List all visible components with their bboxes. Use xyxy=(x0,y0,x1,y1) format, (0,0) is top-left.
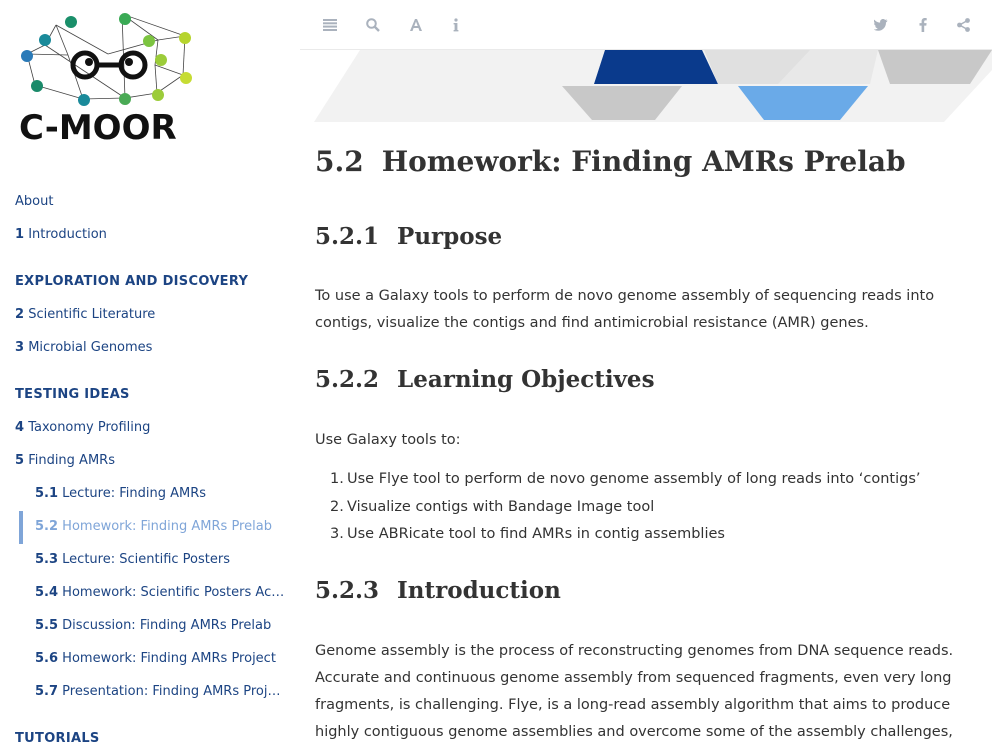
list-text: Use Flye tool to perform de novo genome … xyxy=(347,471,921,487)
section-number: 5.2.3 xyxy=(315,577,380,604)
sidebar-item-5-4[interactable]: 5.4 Homework: Scientific Posters Acti… xyxy=(35,585,285,600)
heading-introduction: 5.2.3 Introduction xyxy=(315,577,561,604)
font-icon[interactable] xyxy=(406,15,426,35)
section-title: Introduction xyxy=(397,577,561,604)
top-toolbar xyxy=(300,0,992,50)
sidebar-item-5-3[interactable]: 5.3 Lecture: Scientific Posters xyxy=(35,552,285,567)
purpose-paragraph: To use a Galaxy tools to perform de novo… xyxy=(315,288,935,331)
active-indicator xyxy=(19,511,23,544)
objectives-list: 1. Use Flye tool to perform de novo genom… xyxy=(315,466,970,549)
c-moor-logo[interactable]: C-MOOR xyxy=(15,10,210,155)
chapter-number: 5.4 xyxy=(35,585,59,600)
chapter-number: 5.2 xyxy=(35,519,59,534)
sidebar-item-label: Finding AMRs xyxy=(28,453,115,468)
sidebar-section-tutorials: TUTORIALS xyxy=(15,731,100,744)
chapter-number: 5 xyxy=(15,453,25,468)
list-item: 1. Use Flye tool to perform de novo genom… xyxy=(315,466,970,494)
network-logo-icon xyxy=(21,13,192,106)
search-icon[interactable] xyxy=(363,15,383,35)
share-icon[interactable] xyxy=(953,15,973,35)
chapter-banner-graphic xyxy=(300,50,992,125)
list-item: 2. Visualize contigs with Bandage Image t… xyxy=(315,494,970,522)
sidebar-item-label: Microbial Genomes xyxy=(28,340,153,355)
objectives-intro: Use Galaxy tools to: xyxy=(315,432,461,448)
section-number: 5.2.2 xyxy=(315,366,380,393)
chapter-number: 5.6 xyxy=(35,651,59,666)
sidebar-item-label: Homework: Finding AMRs Prelab xyxy=(62,519,272,534)
facebook-icon[interactable] xyxy=(913,15,933,35)
list-text: Visualize contigs with Bandage Image too… xyxy=(347,498,655,515)
section-title: Homework: Finding AMRs Prelab xyxy=(381,145,906,178)
sidebar-item-5-7[interactable]: 5.7 Presentation: Finding AMRs Project xyxy=(35,684,285,699)
chapter-number: 2 xyxy=(15,307,25,322)
list-number: 2. xyxy=(330,498,344,515)
list-number: 1. xyxy=(330,471,344,487)
sidebar-item-label: Lecture: Finding AMRs xyxy=(62,486,207,501)
sidebar-item-label: Presentation: Finding AMRs Project xyxy=(62,684,285,699)
sidebar-item-5-6[interactable]: 5.6 Homework: Finding AMRs Project xyxy=(35,651,285,666)
chapter-number: 3 xyxy=(15,340,25,355)
sidebar-item-introduction[interactable]: 1 Introduction xyxy=(15,227,107,242)
page-title: 5.2 Homework: Finding AMRs Prelab xyxy=(315,145,906,178)
sidebar-item-5-5[interactable]: 5.5 Discussion: Finding AMRs Prelab xyxy=(35,618,285,633)
menu-icon[interactable] xyxy=(320,15,340,35)
section-title: Purpose xyxy=(397,223,503,250)
sidebar-item-about[interactable]: About xyxy=(15,194,53,209)
section-number: 5.2 xyxy=(315,145,364,178)
introduction-paragraph: Genome assembly is the process of recons… xyxy=(315,643,954,740)
twitter-icon[interactable] xyxy=(871,15,891,35)
section-title: Learning Objectives xyxy=(397,366,655,393)
chapter-number: 5.3 xyxy=(35,552,59,567)
chapter-number: 4 xyxy=(15,420,25,435)
chapter-number: 5.7 xyxy=(35,684,59,699)
sidebar: C-MOOR About 1 Introduction EXPLORATION … xyxy=(0,0,300,744)
chapter-number: 5.5 xyxy=(35,618,59,633)
sidebar-item-label: Lecture: Scientific Posters xyxy=(62,552,230,567)
sidebar-item-finding-amrs[interactable]: 5 Finding AMRs xyxy=(15,453,115,468)
heading-learning-objectives: 5.2.2 Learning Objectives xyxy=(315,366,655,393)
sidebar-item-label: Scientific Literature xyxy=(28,307,156,322)
sidebar-item-label: Introduction xyxy=(28,227,107,242)
sidebar-item-taxonomy-profiling[interactable]: 4 Taxonomy Profiling xyxy=(15,420,150,435)
sidebar-item-5-2-active[interactable]: 5.2 Homework: Finding AMRs Prelab xyxy=(35,519,285,534)
chapter-number: 1 xyxy=(15,227,25,242)
sidebar-item-5-1[interactable]: 5.1 Lecture: Finding AMRs xyxy=(35,486,285,501)
sidebar-item-scientific-literature[interactable]: 2 Scientific Literature xyxy=(15,307,155,322)
sidebar-item-label: Taxonomy Profiling xyxy=(28,420,151,435)
sidebar-item-label: Discussion: Finding AMRs Prelab xyxy=(62,618,272,633)
chapter-number: 5.1 xyxy=(35,486,59,501)
section-number: 5.2.1 xyxy=(315,223,380,250)
list-text: Use ABRicate tool to find AMRs in contig… xyxy=(347,526,725,542)
sidebar-item-label: Homework: Finding AMRs Project xyxy=(62,651,276,666)
list-item: 3. Use ABRicate tool to find AMRs in cont… xyxy=(315,521,970,549)
sidebar-item-microbial-genomes[interactable]: 3 Microbial Genomes xyxy=(15,340,152,355)
info-icon[interactable] xyxy=(446,15,466,35)
sidebar-item-label: Homework: Scientific Posters Acti… xyxy=(62,585,285,600)
sidebar-section-exploration: EXPLORATION AND DISCOVERY xyxy=(15,274,249,289)
sidebar-section-testing-ideas: TESTING IDEAS xyxy=(15,387,130,402)
logo-text: C-MOOR xyxy=(19,108,177,148)
list-number: 3. xyxy=(330,526,344,542)
heading-purpose: 5.2.1 Purpose xyxy=(315,223,502,250)
